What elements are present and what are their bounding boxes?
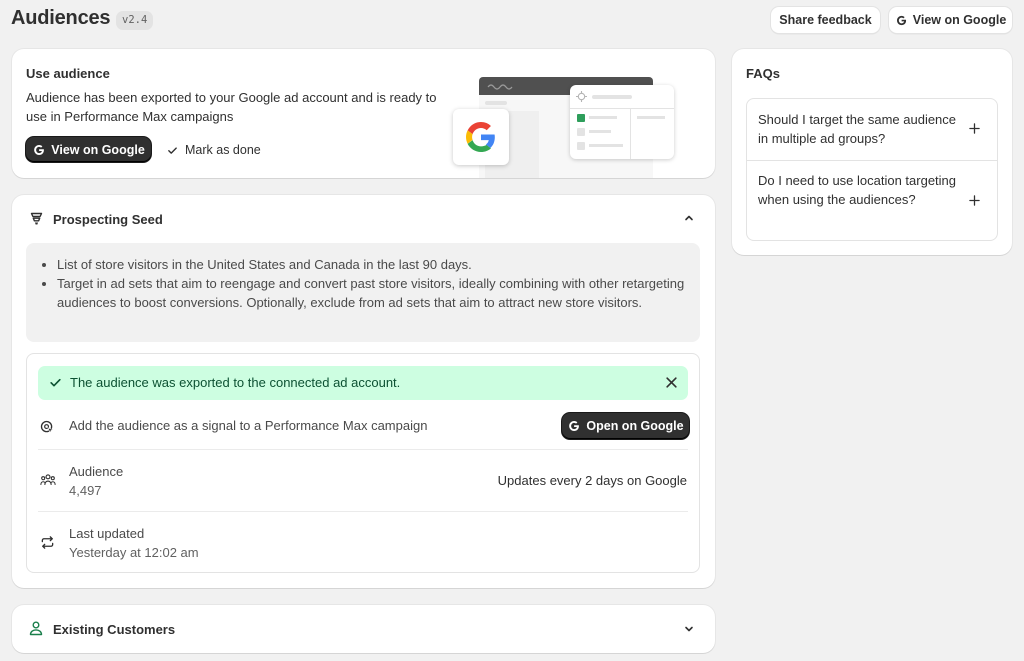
faq-item[interactable]: Do I need to use location targeting when… [747, 161, 997, 241]
person-icon [29, 621, 43, 639]
target-icon [40, 420, 55, 438]
view-on-google-label: View on Google [51, 142, 145, 157]
faq-question: Should I target the same audience in mul… [758, 112, 957, 146]
divider [38, 449, 688, 450]
chevron-down-icon[interactable] [683, 623, 695, 638]
check-icon [49, 376, 62, 392]
google-icon [895, 14, 908, 27]
illustration-panel [570, 85, 674, 159]
prospecting-seed-title: Prospecting Seed [53, 212, 163, 227]
faq-list: Should I target the same audience in mul… [746, 98, 998, 241]
audience-description-box: List of store visitors in the United Sta… [26, 243, 700, 342]
mark-as-done-label: Mark as done [185, 143, 261, 157]
mark-as-done-button[interactable]: Mark as done [167, 139, 261, 161]
use-audience-title: Use audience [26, 66, 110, 81]
faqs-title: FAQs [746, 66, 780, 81]
open-on-google-label: Open on Google [586, 419, 684, 433]
google-icon [32, 143, 46, 157]
faqs-card: FAQs Should I target the same audience i… [732, 49, 1012, 255]
last-updated-label: Last updated [69, 526, 145, 541]
google-logo-icon [466, 122, 496, 152]
plus-icon [969, 122, 980, 137]
share-feedback-button[interactable]: Share feedback [771, 7, 880, 33]
export-status-card: The audience was exported to the connect… [26, 353, 700, 573]
plus-icon [969, 194, 980, 209]
use-audience-description: Audience has been exported to your Googl… [26, 90, 437, 124]
header-view-on-google-button[interactable]: View on Google [889, 7, 1012, 33]
existing-customers-title: Existing Customers [53, 622, 176, 637]
divider [38, 511, 688, 512]
success-message: The audience was exported to the connect… [70, 375, 401, 390]
signal-description: Add the audience as a signal to a Perfor… [69, 418, 428, 433]
last-updated-value: Yesterday at 12:02 am [69, 545, 199, 560]
success-banner: The audience was exported to the connect… [38, 366, 688, 400]
use-audience-card: Use audience Audience has been exported … [12, 49, 715, 178]
check-icon [167, 145, 178, 156]
page-title: Audiences [11, 7, 111, 29]
close-icon[interactable] [665, 376, 678, 392]
chevron-up-icon[interactable] [683, 212, 695, 227]
refresh-icon [40, 535, 55, 553]
share-feedback-label: Share feedback [779, 13, 872, 27]
faq-item[interactable]: Should I target the same audience in mul… [747, 99, 997, 160]
audience-size: 4,497 [69, 483, 102, 498]
people-icon [40, 473, 56, 490]
existing-customers-card[interactable]: Existing Customers [12, 605, 715, 653]
view-on-google-button[interactable]: View on Google [26, 137, 151, 162]
description-bullet: Target in ad sets that aim to reengage a… [57, 274, 687, 312]
prospecting-seed-card: Prospecting Seed List of store visitors … [12, 195, 715, 588]
funnel-icon [30, 211, 43, 229]
google-icon [567, 419, 581, 433]
open-on-google-button[interactable]: Open on Google [562, 413, 689, 439]
google-logo-tile [453, 109, 509, 165]
audience-label: Audience [69, 464, 124, 479]
description-bullet: List of store visitors in the United Sta… [57, 255, 687, 274]
version-badge: v2.4 [116, 11, 154, 30]
header-view-on-google-label: View on Google [912, 13, 1007, 27]
update-frequency: Updates every 2 days on Google [497, 473, 687, 488]
faq-question: Do I need to use location targeting when… [758, 173, 957, 207]
